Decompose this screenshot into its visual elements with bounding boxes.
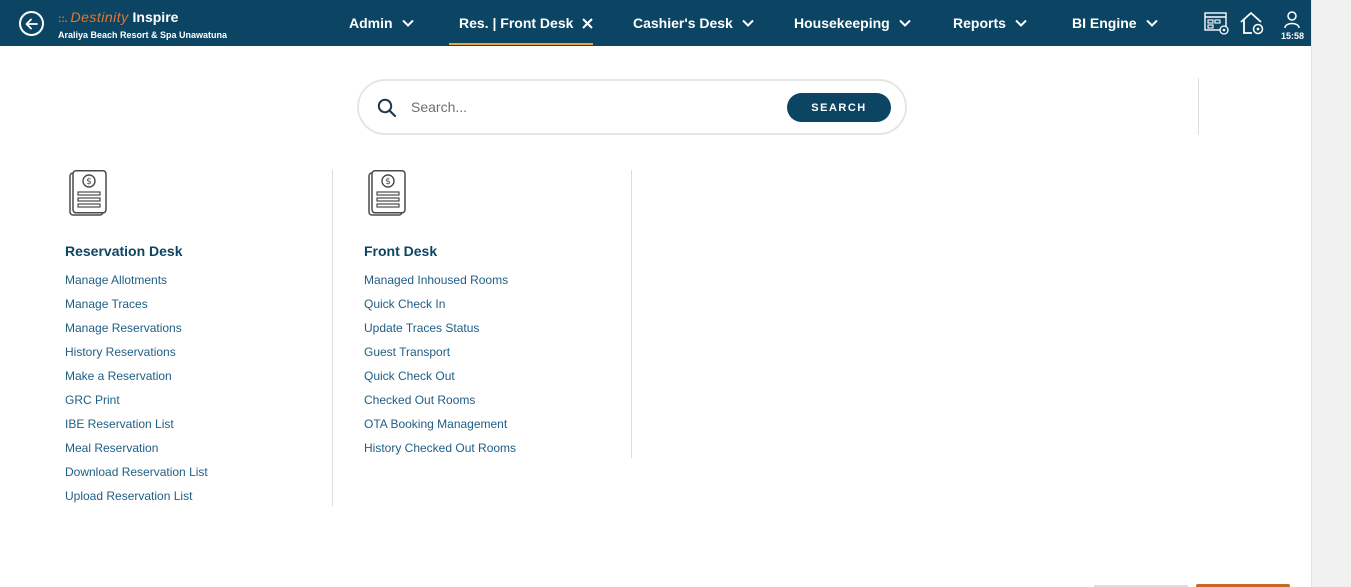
- link-manage-traces[interactable]: Manage Traces: [65, 297, 208, 321]
- link-ota-booking-management[interactable]: OTA Booking Management: [364, 417, 516, 441]
- link-manage-reservations[interactable]: Manage Reservations: [65, 321, 208, 345]
- nav-label: Reports: [953, 15, 1006, 31]
- search-button[interactable]: SEARCH: [787, 93, 891, 122]
- nav-bi-engine[interactable]: BI Engine: [1072, 0, 1158, 46]
- brand-name-destinity: Destinity: [70, 9, 129, 25]
- back-button[interactable]: [19, 11, 44, 36]
- scrollbar[interactable]: [1311, 0, 1351, 587]
- link-ibe-reservation-list[interactable]: IBE Reservation List: [65, 417, 208, 441]
- nav-label: BI Engine: [1072, 15, 1137, 31]
- clock-time: 15:58: [1281, 31, 1305, 41]
- invoice-document-icon: $: [368, 170, 406, 221]
- chevron-down-icon: [1145, 19, 1158, 27]
- nav-admin[interactable]: Admin: [349, 0, 414, 46]
- link-update-traces-status[interactable]: Update Traces Status: [364, 321, 516, 345]
- arrow-left-icon: [25, 18, 38, 29]
- header-divider: [1198, 78, 1199, 135]
- nav-label: Cashier's Desk: [633, 15, 733, 31]
- link-guest-transport[interactable]: Guest Transport: [364, 345, 516, 369]
- section-title: Front Desk: [364, 243, 438, 259]
- svg-text:$: $: [86, 177, 92, 187]
- svg-text:$: $: [385, 177, 391, 187]
- dashboard-settings-icon[interactable]: [1204, 12, 1230, 41]
- link-upload-reservation-list[interactable]: Upload Reservation List: [65, 489, 208, 513]
- chevron-down-icon: [742, 19, 754, 27]
- invoice-document-icon: $: [69, 170, 107, 221]
- search-icon: [377, 98, 397, 123]
- nav-label: Res. | Front Desk: [459, 15, 574, 31]
- link-grc-print[interactable]: GRC Print: [65, 393, 208, 417]
- nav-label: Housekeeping: [794, 15, 890, 31]
- nav-res-front-desk[interactable]: Res. | Front Desk: [449, 0, 603, 46]
- close-icon[interactable]: [582, 17, 594, 29]
- search-bar: SEARCH: [357, 79, 907, 135]
- nav-reports[interactable]: Reports: [953, 0, 1027, 46]
- chevron-down-icon: [898, 19, 911, 27]
- column-divider: [631, 170, 632, 458]
- link-quick-check-in[interactable]: Quick Check In: [364, 297, 516, 321]
- home-settings-icon[interactable]: [1239, 11, 1265, 41]
- logo-mark: ::.: [58, 14, 68, 25]
- chevron-down-icon: [401, 19, 414, 27]
- link-history-reservations[interactable]: History Reservations: [65, 345, 208, 369]
- column-divider: [332, 170, 333, 506]
- link-quick-check-out[interactable]: Quick Check Out: [364, 369, 516, 393]
- brand-name-inspire: Inspire: [132, 9, 179, 25]
- property-name: Araliya Beach Resort & Spa Unawatuna: [58, 30, 228, 40]
- nav-cashiers-desk[interactable]: Cashier's Desk: [633, 0, 754, 46]
- section-title: Reservation Desk: [65, 243, 183, 259]
- link-list: Managed Inhoused Rooms Quick Check In Up…: [364, 273, 516, 465]
- nav-housekeeping[interactable]: Housekeeping: [794, 0, 911, 46]
- brand-logo: ::. Destinity Inspire Araliya Beach Resor…: [58, 9, 228, 41]
- active-tab-underline: [449, 43, 593, 45]
- top-bar: ::. Destinity Inspire Araliya Beach Resor…: [0, 0, 1311, 46]
- link-list: Manage Allotments Manage Traces Manage R…: [65, 273, 208, 513]
- link-meal-reservation[interactable]: Meal Reservation: [65, 441, 208, 465]
- nav-label: Admin: [349, 15, 393, 31]
- link-download-reservation-list[interactable]: Download Reservation List: [65, 465, 208, 489]
- search-input[interactable]: [411, 95, 781, 119]
- link-history-checked-out-rooms[interactable]: History Checked Out Rooms: [364, 441, 516, 465]
- chevron-down-icon: [1015, 19, 1027, 27]
- link-manage-allotments[interactable]: Manage Allotments: [65, 273, 208, 297]
- link-checked-out-rooms[interactable]: Checked Out Rooms: [364, 393, 516, 417]
- link-managed-inhoused-rooms[interactable]: Managed Inhoused Rooms: [364, 273, 516, 297]
- link-make-reservation[interactable]: Make a Reservation: [65, 369, 208, 393]
